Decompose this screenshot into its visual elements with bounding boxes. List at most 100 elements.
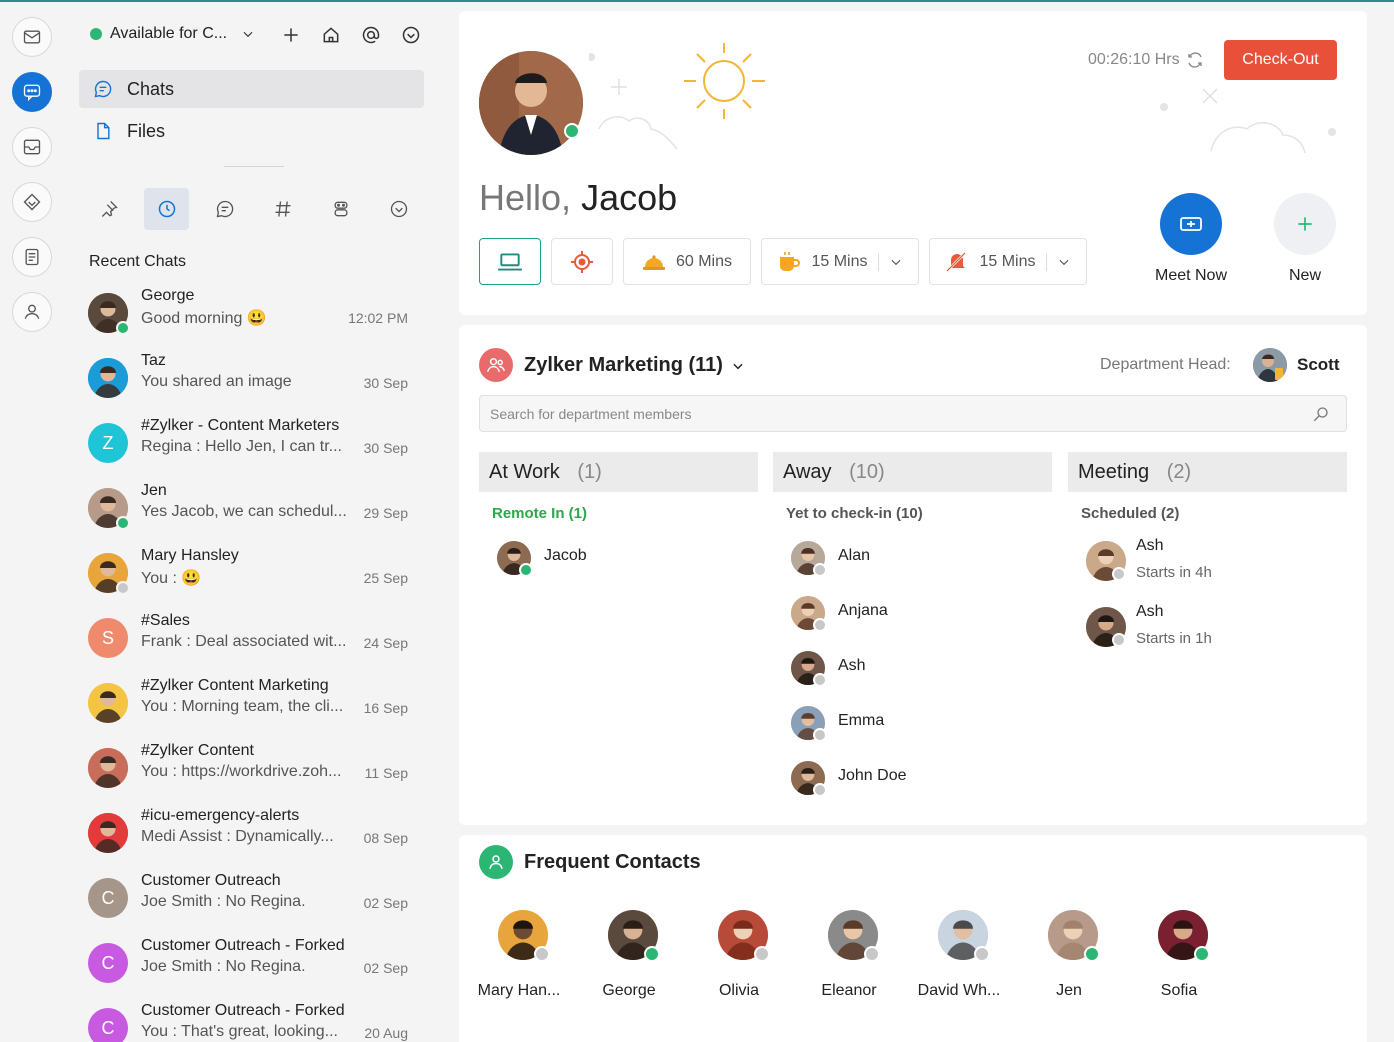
frequent-contact[interactable]: George xyxy=(574,910,684,1010)
check-out-button[interactable]: Check-Out xyxy=(1224,40,1337,80)
department-selector[interactable]: Zylker Marketing (11) xyxy=(524,354,745,377)
status-column-header[interactable]: Meeting (2) xyxy=(1068,452,1347,492)
status-selector[interactable]: Available for C... xyxy=(90,22,255,46)
avatar-initial: S xyxy=(101,627,114,648)
chat-last-message: You : That's great, looking... xyxy=(141,1023,338,1040)
divider xyxy=(877,252,879,271)
member-item[interactable]: John Doe xyxy=(791,761,1031,801)
chat-list-item[interactable]: C Customer Outreach - Forked You : That's … xyxy=(88,1000,408,1042)
member-search-input[interactable] xyxy=(479,395,1347,432)
frequent-contact[interactable]: David Wh... xyxy=(904,910,1014,1010)
chevron-down-icon[interactable] xyxy=(889,255,903,269)
frequent-contact[interactable]: Olivia xyxy=(684,910,794,1010)
column-count: (2) xyxy=(1166,460,1192,483)
plus-icon[interactable] xyxy=(278,22,304,48)
pin-icon[interactable] xyxy=(86,188,131,230)
chat-list-item[interactable]: Z #Zylker - Content Marketers Regina : Hel… xyxy=(88,415,408,471)
greeting-name: Jacob xyxy=(581,177,678,218)
department-head-name[interactable]: Scott xyxy=(1297,355,1340,375)
frequent-contact[interactable]: Jen xyxy=(1014,910,1124,1010)
member-item[interactable]: Ash Starts in 1h xyxy=(1086,603,1326,647)
contact-name: Olivia xyxy=(718,982,759,999)
frequent-contact[interactable]: Sofia xyxy=(1124,910,1234,1010)
frequent-contact[interactable]: Eleanor xyxy=(794,910,904,1010)
chat-list-item[interactable]: C Customer Outreach Joe Smith : No Regina.… xyxy=(88,870,408,926)
laptop-status-button[interactable] xyxy=(479,238,541,285)
department-head-avatar[interactable] xyxy=(1253,348,1287,382)
inbox-icon[interactable] xyxy=(12,127,52,167)
column-title: At Work xyxy=(489,460,560,483)
chat-name: Customer Outreach xyxy=(141,872,281,889)
chat-list-item[interactable]: Jen Yes Jacob, we can schedul... 29 Sep xyxy=(88,480,408,536)
chevron-down-icon[interactable] xyxy=(1057,255,1071,269)
chat-list-item[interactable]: #Zylker Content You : https://workdrive.z… xyxy=(88,740,408,796)
bot-icon[interactable] xyxy=(318,188,363,230)
focus-target-button[interactable] xyxy=(551,238,613,285)
presence-offline xyxy=(813,673,827,687)
contact-name: Eleanor xyxy=(821,982,877,999)
chat-name: Customer Outreach - Forked xyxy=(141,1002,345,1019)
search-icon[interactable] xyxy=(1312,405,1330,423)
meet-now-button[interactable] xyxy=(1160,193,1222,255)
status-label: Available for C... xyxy=(110,25,228,42)
document-icon[interactable] xyxy=(12,237,52,277)
chat-timestamp: 11 Sep xyxy=(364,765,408,781)
chat-icon[interactable] xyxy=(12,72,52,112)
mail-icon[interactable] xyxy=(12,17,52,57)
member-name: Jacob xyxy=(544,547,587,564)
user-icon[interactable] xyxy=(12,292,52,332)
status-column-header[interactable]: At Work (1) xyxy=(479,452,758,492)
home-icon[interactable] xyxy=(318,22,344,48)
chat-list-item[interactable]: Taz You shared an image 30 Sep xyxy=(88,350,408,406)
avatar xyxy=(88,813,128,853)
chat-list-item[interactable]: Mary Hansley You : 😃 25 Sep xyxy=(88,545,408,601)
presence-online xyxy=(644,946,660,962)
chat-timestamp: 30 Sep xyxy=(363,375,408,391)
tags-icon[interactable] xyxy=(12,182,52,222)
chat-list-item[interactable]: #icu-emergency-alerts Medi Assist : Dynam… xyxy=(88,805,408,861)
plus-icon xyxy=(1298,217,1312,231)
chat-list-item[interactable]: George Good morning 😃 12:02 PM xyxy=(88,285,408,341)
chat-list-item[interactable]: #Zylker Content Marketing You : Morning t… xyxy=(88,675,408,731)
member-item[interactable]: Anjana xyxy=(791,596,1031,636)
member-item[interactable]: Ash xyxy=(791,651,1031,691)
clock-icon[interactable] xyxy=(144,188,189,230)
member-item[interactable]: Emma xyxy=(791,706,1031,746)
status-column-header[interactable]: Away (10) xyxy=(773,452,1052,492)
member-name: Alan xyxy=(838,547,871,564)
member-item[interactable]: Alan xyxy=(791,541,1031,581)
avatar: C xyxy=(88,878,128,918)
chevron-down-icon[interactable] xyxy=(376,188,421,230)
lunch-break-button[interactable]: 60 Mins xyxy=(623,238,751,285)
new-button[interactable] xyxy=(1274,193,1336,255)
mention-icon[interactable] xyxy=(358,22,384,48)
chat-last-message: You : Morning team, the cli... xyxy=(141,698,344,715)
nav-files[interactable]: Files xyxy=(79,112,424,150)
nav-chats[interactable]: Chats xyxy=(79,70,424,108)
chat-name: #Zylker Content Marketing xyxy=(141,677,329,694)
member-name: Ash xyxy=(1136,537,1164,554)
coffee-break-button[interactable]: 15 Mins xyxy=(761,238,919,285)
lunch-break-label: 60 Mins xyxy=(675,252,733,270)
member-detail: Starts in 4h xyxy=(1136,564,1212,581)
chat-timestamp: 02 Sep xyxy=(363,895,408,911)
user-avatar[interactable] xyxy=(479,51,583,155)
chat-name: Jen xyxy=(141,482,167,499)
presence-offline xyxy=(1112,633,1126,647)
presence-offline xyxy=(974,946,990,962)
refresh-icon[interactable] xyxy=(1186,51,1204,69)
do-not-disturb-button[interactable]: 15 Mins xyxy=(929,238,1087,285)
chat-list-item[interactable]: S #Sales Frank : Deal associated wit... 24 … xyxy=(88,610,408,666)
frequent-contact[interactable]: Mary Han... xyxy=(464,910,574,1010)
presence-online xyxy=(564,123,580,139)
chat-timestamp: 24 Sep xyxy=(363,635,408,651)
member-item[interactable]: Jacob xyxy=(497,541,737,581)
more-chevron-icon[interactable] xyxy=(398,22,424,48)
timer-value: 00:26:10 Hrs xyxy=(1088,51,1180,68)
hash-icon[interactable] xyxy=(260,188,305,230)
member-item[interactable]: Ash Starts in 4h xyxy=(1086,537,1326,581)
chat-bubble-icon[interactable] xyxy=(202,188,247,230)
chat-sidebar: Available for C... Chats Files Recent Ch… xyxy=(64,0,444,1042)
chat-list-item[interactable]: C Customer Outreach - Forked Joe Smith : N… xyxy=(88,935,408,991)
chat-name: #Zylker Content xyxy=(141,742,254,759)
